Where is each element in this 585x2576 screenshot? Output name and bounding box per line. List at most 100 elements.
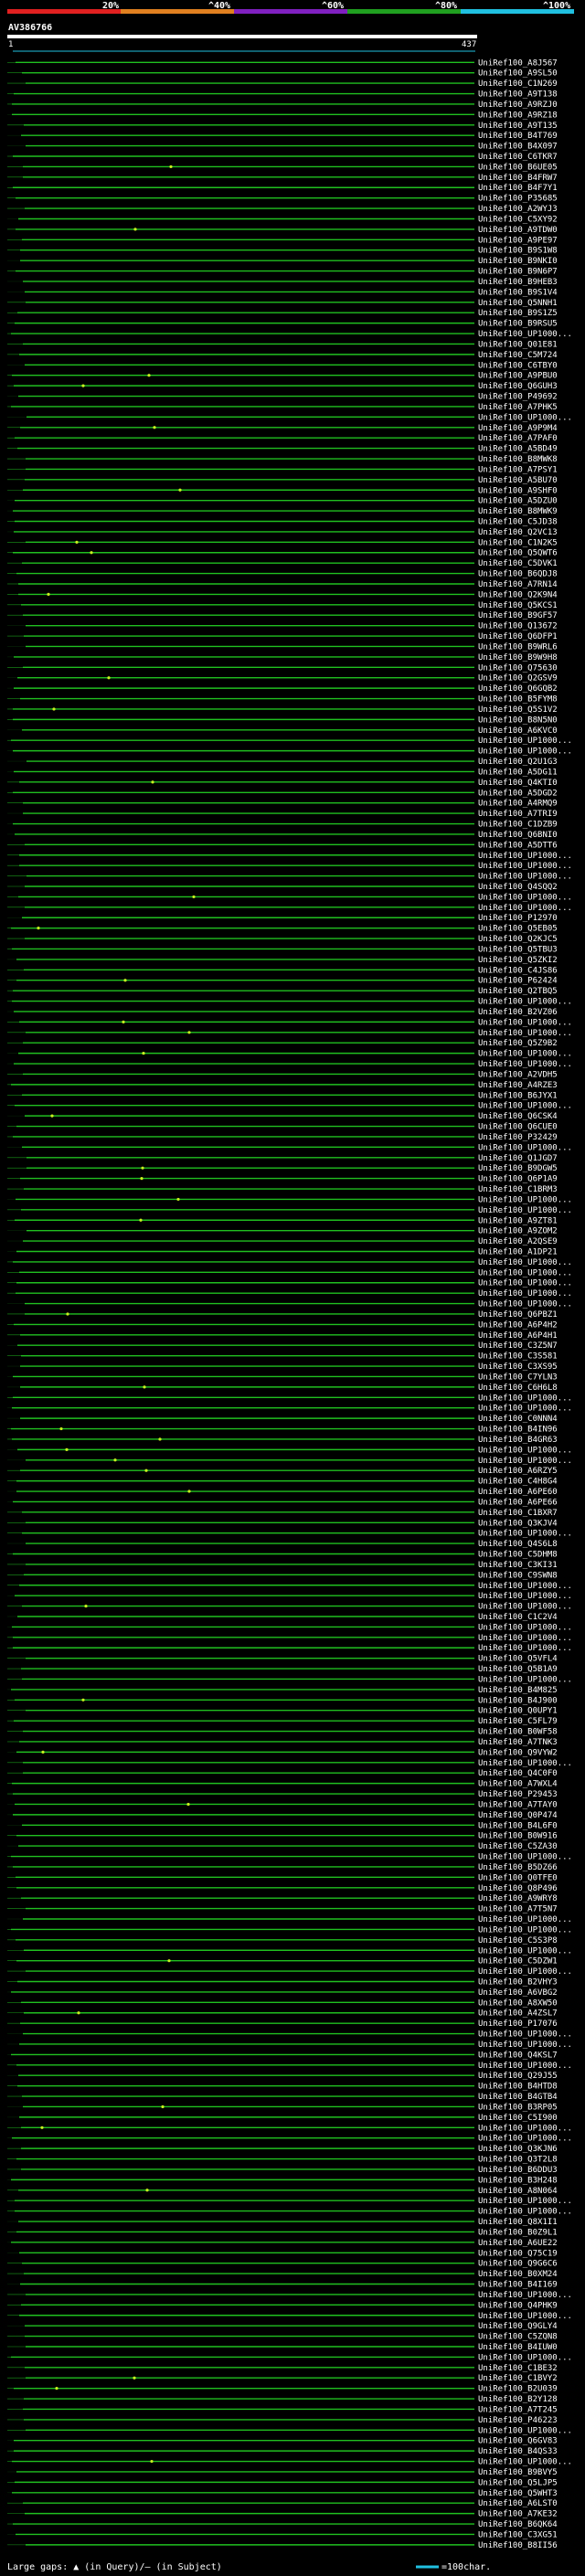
- subject-label[interactable]: UniRef100_C1C2V4: [478, 1613, 558, 1622]
- subject-label[interactable]: UniRef100_UP1000...: [478, 1258, 572, 1267]
- subject-label[interactable]: UniRef100_B4J900: [478, 1696, 558, 1705]
- subject-label[interactable]: UniRef100_A6PE60: [478, 1488, 558, 1497]
- subject-label[interactable]: UniRef100_Q4SQQ2: [478, 883, 558, 892]
- subject-label[interactable]: UniRef100_Q6CUE0: [478, 1123, 558, 1132]
- subject-label[interactable]: UniRef100_B2Y128: [478, 2395, 558, 2404]
- subject-label[interactable]: UniRef100_C1BVY2: [478, 2374, 558, 2383]
- subject-label[interactable]: UniRef100_C0NNN4: [478, 1415, 558, 1424]
- subject-label[interactable]: UniRef100_A9WRY8: [478, 1894, 558, 1903]
- subject-label[interactable]: UniRef100_A4RZE3: [478, 1081, 558, 1090]
- subject-label[interactable]: UniRef100_Q01E81: [478, 340, 558, 349]
- subject-label[interactable]: UniRef100_UP1000...: [478, 1623, 572, 1632]
- subject-label[interactable]: UniRef100_A7KE32: [478, 2510, 558, 2519]
- subject-label[interactable]: UniRef100_C4JS86: [478, 966, 558, 975]
- subject-label[interactable]: UniRef100_A8J567: [478, 58, 558, 68]
- subject-label[interactable]: UniRef100_UP1000...: [478, 2062, 572, 2071]
- subject-label[interactable]: UniRef100_UP1000...: [478, 1530, 572, 1539]
- subject-label[interactable]: UniRef100_A7PSY1: [478, 465, 558, 474]
- subject-label[interactable]: UniRef100_Q6PBZ1: [478, 1310, 558, 1320]
- subject-label[interactable]: UniRef100_C3Z5N7: [478, 1341, 558, 1351]
- subject-label[interactable]: UniRef100_Q6GUH3: [478, 382, 558, 391]
- subject-label[interactable]: UniRef100_C5DVK1: [478, 559, 558, 568]
- subject-label[interactable]: UniRef100_A6KVC0: [478, 726, 558, 736]
- subject-label[interactable]: UniRef100_A9P9M4: [478, 424, 558, 433]
- subject-label[interactable]: UniRef100_UP1000...: [478, 2197, 572, 2206]
- subject-label[interactable]: UniRef100_UP1000...: [478, 1018, 572, 1027]
- subject-label[interactable]: UniRef100_C5ZA30: [478, 1842, 558, 1851]
- subject-label[interactable]: UniRef100_A6LST0: [478, 2499, 558, 2508]
- subject-label[interactable]: UniRef100_B4I169: [478, 2281, 558, 2290]
- subject-label[interactable]: UniRef100_A6P4H2: [478, 1320, 558, 1330]
- subject-label[interactable]: UniRef100_UP1000...: [478, 1634, 572, 1643]
- subject-label[interactable]: UniRef100_Q0UPY1: [478, 1707, 558, 1716]
- subject-label[interactable]: UniRef100_Q5B1A9: [478, 1665, 558, 1674]
- subject-label[interactable]: UniRef100_Q4C0F0: [478, 1769, 558, 1778]
- subject-label[interactable]: UniRef100_Q9VYW2: [478, 1748, 558, 1757]
- subject-label[interactable]: UniRef100_B4FRW7: [478, 174, 558, 183]
- subject-label[interactable]: UniRef100_Q6GV83: [478, 2437, 558, 2446]
- subject-label[interactable]: UniRef100_A2QSE9: [478, 1237, 558, 1246]
- subject-label[interactable]: UniRef100_C5DZW1: [478, 1957, 558, 1966]
- subject-label[interactable]: UniRef100_A6PE66: [478, 1498, 558, 1507]
- subject-label[interactable]: UniRef100_UP1000...: [478, 1060, 572, 1069]
- subject-label[interactable]: UniRef100_UP1000...: [478, 1853, 572, 1862]
- subject-label[interactable]: UniRef100_P62424: [478, 977, 558, 986]
- subject-label[interactable]: UniRef100_B9S1Z5: [478, 309, 558, 318]
- subject-label[interactable]: UniRef100_A7T245: [478, 2405, 558, 2414]
- subject-label[interactable]: UniRef100_B3H248: [478, 2176, 558, 2185]
- subject-label[interactable]: UniRef100_C5ZQN8: [478, 2333, 558, 2342]
- subject-label[interactable]: UniRef100_B6JYX1: [478, 1091, 558, 1100]
- subject-label[interactable]: UniRef100_B4IUW0: [478, 2343, 558, 2352]
- subject-label[interactable]: UniRef100_Q2KJC5: [478, 935, 558, 944]
- subject-label[interactable]: UniRef100_Q1JGD7: [478, 1154, 558, 1163]
- subject-label[interactable]: UniRef100_UP1000...: [478, 2041, 572, 2050]
- subject-label[interactable]: UniRef100_B5DZ66: [478, 1863, 558, 1872]
- subject-label[interactable]: UniRef100_Q3KJV4: [478, 1519, 558, 1528]
- subject-label[interactable]: UniRef100_C1BXR7: [478, 1509, 558, 1518]
- subject-label[interactable]: UniRef100_Q6BNI0: [478, 831, 558, 840]
- subject-label[interactable]: UniRef100_Q9G6C6: [478, 2260, 558, 2269]
- subject-label[interactable]: UniRef100_Q2TBQ5: [478, 987, 558, 996]
- subject-label[interactable]: UniRef100_B0WF58: [478, 1728, 558, 1737]
- subject-label[interactable]: UniRef100_Q6DFP1: [478, 632, 558, 641]
- subject-label[interactable]: UniRef100_UP1000...: [478, 1195, 572, 1204]
- subject-label[interactable]: UniRef100_Q5NNH1: [478, 299, 558, 308]
- subject-label[interactable]: UniRef100_B4QS33: [478, 2447, 558, 2456]
- subject-label[interactable]: UniRef100_A5BD49: [478, 445, 558, 454]
- subject-label[interactable]: UniRef100_UP1000...: [478, 1029, 572, 1038]
- subject-label[interactable]: UniRef100_C5M724: [478, 351, 558, 360]
- subject-label[interactable]: UniRef100_B2VZ06: [478, 1008, 558, 1017]
- subject-label[interactable]: UniRef100_UP1000...: [478, 862, 572, 871]
- subject-label[interactable]: UniRef100_Q4PHK9: [478, 2301, 558, 2310]
- subject-label[interactable]: UniRef100_B2U039: [478, 2385, 558, 2394]
- subject-label[interactable]: UniRef100_Q6CSK4: [478, 1112, 558, 1121]
- subject-label[interactable]: UniRef100_UP1000...: [478, 1582, 572, 1591]
- subject-label[interactable]: UniRef100_B5FYM8: [478, 695, 558, 705]
- subject-label[interactable]: UniRef100_C3KI31: [478, 1561, 558, 1570]
- subject-label[interactable]: UniRef100_B6QK64: [478, 2520, 558, 2529]
- subject-label[interactable]: UniRef100_UP1000...: [478, 737, 572, 746]
- subject-label[interactable]: UniRef100_UP1000...: [478, 893, 572, 902]
- subject-label[interactable]: UniRef100_UP1000...: [478, 1289, 572, 1299]
- subject-label[interactable]: UniRef100_Q0TFE0: [478, 1873, 558, 1882]
- subject-label[interactable]: UniRef100_A7TNK3: [478, 1738, 558, 1747]
- subject-label[interactable]: UniRef100_B0Z9L1: [478, 2228, 558, 2237]
- subject-label[interactable]: UniRef100_UP1000...: [478, 1603, 572, 1612]
- subject-label[interactable]: UniRef100_A9RZ18: [478, 111, 558, 120]
- subject-label[interactable]: UniRef100_A2WYJ3: [478, 205, 558, 214]
- subject-label[interactable]: UniRef100_C1BRM3: [478, 1185, 558, 1194]
- subject-label[interactable]: UniRef100_Q5S1V2: [478, 705, 558, 715]
- subject-label[interactable]: UniRef100_B4M825: [478, 1686, 558, 1695]
- subject-label[interactable]: UniRef100_Q4S6L8: [478, 1540, 558, 1549]
- subject-label[interactable]: UniRef100_Q9GLY4: [478, 2322, 558, 2331]
- subject-label[interactable]: UniRef100_A9SL50: [478, 69, 558, 79]
- subject-label[interactable]: UniRef100_UP1000...: [478, 2458, 572, 2467]
- subject-label[interactable]: UniRef100_B8MWK9: [478, 507, 558, 516]
- subject-label[interactable]: UniRef100_UP1000...: [478, 1050, 572, 1059]
- subject-label[interactable]: UniRef100_B4L6F0: [478, 1821, 558, 1830]
- subject-label[interactable]: UniRef100_UP1000...: [478, 2426, 572, 2435]
- subject-label[interactable]: UniRef100_Q6P1A9: [478, 1175, 558, 1184]
- subject-label[interactable]: UniRef100_A9ZT81: [478, 1216, 558, 1225]
- subject-label[interactable]: UniRef100_B9BVY5: [478, 2468, 558, 2477]
- subject-label[interactable]: UniRef100_A6UE22: [478, 2239, 558, 2248]
